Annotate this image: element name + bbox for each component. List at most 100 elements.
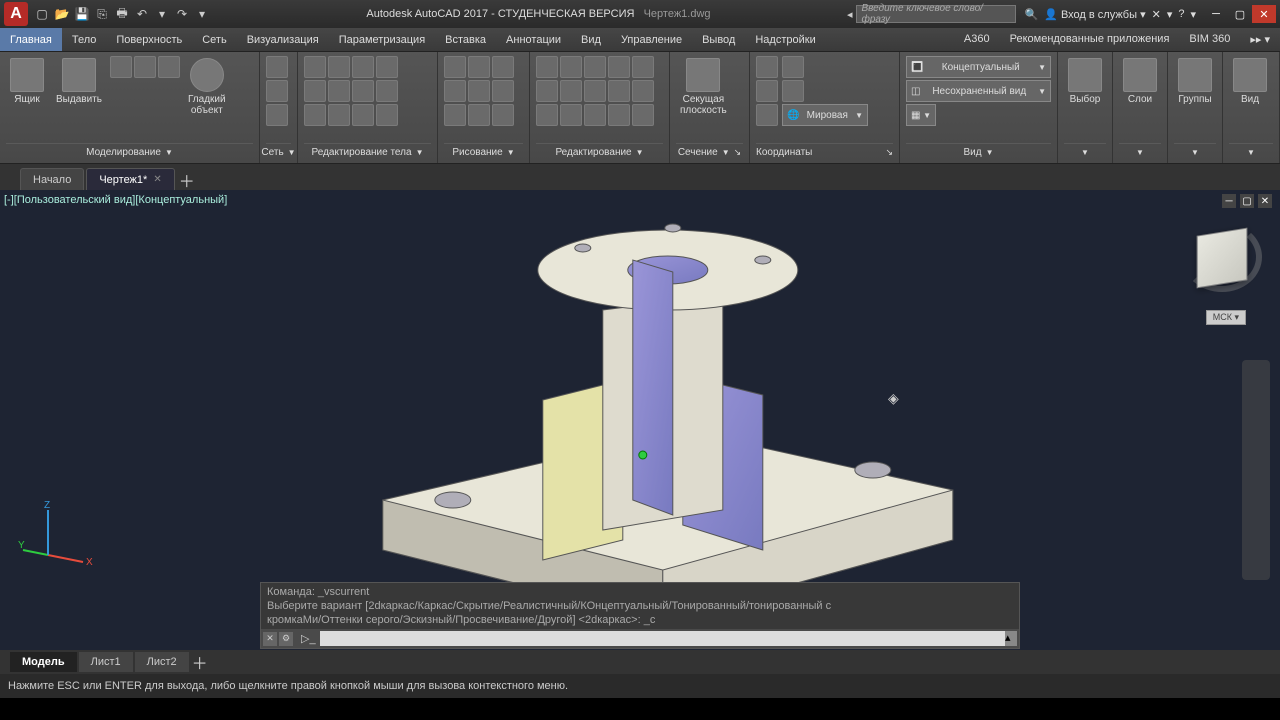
cmd-options-icon[interactable]: ⚙ xyxy=(279,632,293,646)
app-logo[interactable]: A xyxy=(4,2,28,26)
tool-icon[interactable] xyxy=(560,104,582,126)
tool-icon[interactable] xyxy=(584,80,606,102)
tool-icon[interactable] xyxy=(608,104,630,126)
tool-icon[interactable] xyxy=(158,56,180,78)
tab-output[interactable]: Вывод xyxy=(692,28,745,51)
tab-surface[interactable]: Поверхность xyxy=(106,28,192,51)
tool-icon[interactable] xyxy=(632,104,654,126)
groups-button[interactable]: Группы xyxy=(1174,56,1216,107)
tool-icon[interactable] xyxy=(492,104,514,126)
tool-icon[interactable] xyxy=(492,56,514,78)
close-button[interactable]: ✕ xyxy=(1252,5,1276,23)
tool-icon[interactable] xyxy=(110,56,132,78)
panel-title-layers[interactable]: ▼ xyxy=(1119,143,1161,161)
panel-title-viewlabel[interactable]: Вид▼ xyxy=(906,143,1051,161)
tab-render[interactable]: Визуализация xyxy=(237,28,329,51)
tab-insert[interactable]: Вставка xyxy=(435,28,496,51)
navigation-bar[interactable] xyxy=(1242,360,1270,580)
tool-icon[interactable] xyxy=(328,56,350,78)
panel-title-modify[interactable]: Редактирование▼ xyxy=(536,143,663,161)
cmd-scroll-up-icon[interactable]: ▴ xyxy=(1005,631,1017,646)
print-icon[interactable]: 🖶 xyxy=(114,6,130,22)
tab-view[interactable]: Вид xyxy=(571,28,611,51)
view-tool-dd[interactable]: ▦▼ xyxy=(906,104,936,126)
tool-icon[interactable] xyxy=(444,104,466,126)
tab-manage[interactable]: Управление xyxy=(611,28,692,51)
panel-title-section[interactable]: Сечение▼↘ xyxy=(676,143,743,161)
panel-title-groups[interactable]: ▼ xyxy=(1174,143,1216,161)
tool-icon[interactable] xyxy=(536,104,558,126)
tool-icon[interactable] xyxy=(304,104,326,126)
tool-icon[interactable] xyxy=(468,104,490,126)
extrude-button[interactable]: Выдавить xyxy=(52,56,106,107)
tool-icon[interactable] xyxy=(756,56,778,78)
undo-icon[interactable]: ↶ xyxy=(134,6,150,22)
tool-icon[interactable] xyxy=(266,104,288,126)
layers-button[interactable]: Слои xyxy=(1119,56,1161,107)
tool-icon[interactable] xyxy=(376,56,398,78)
visual-style-combo[interactable]: 🔳 Концептуальный▼ xyxy=(906,56,1051,78)
ucs-icon[interactable]: X Y Z xyxy=(18,500,98,580)
tool-icon[interactable] xyxy=(266,80,288,102)
tool-icon[interactable] xyxy=(328,80,350,102)
vp-minimize-icon[interactable]: ─ xyxy=(1222,194,1236,208)
redo-icon[interactable]: ↷ xyxy=(174,6,190,22)
panel-title-draw[interactable]: Рисование▼ xyxy=(444,143,523,161)
new-icon[interactable]: ▢ xyxy=(34,6,50,22)
save-icon[interactable]: 💾 xyxy=(74,6,90,22)
tool-icon[interactable] xyxy=(608,80,630,102)
tool-icon[interactable] xyxy=(352,56,374,78)
tab-parametric[interactable]: Параметризация xyxy=(329,28,435,51)
tool-icon[interactable] xyxy=(376,80,398,102)
tool-icon[interactable] xyxy=(444,80,466,102)
minimize-button[interactable]: ─ xyxy=(1204,5,1228,23)
tool-icon[interactable] xyxy=(560,56,582,78)
tab-addins[interactable]: Надстройки xyxy=(745,28,825,51)
ucs-combo[interactable]: 🌐 Мировая▼ xyxy=(782,104,868,126)
ucs-label-button[interactable]: МСК ▾ xyxy=(1206,310,1246,325)
search-button-icon[interactable]: 🔍 xyxy=(1024,8,1038,21)
tool-icon[interactable] xyxy=(536,80,558,102)
panel-title-coords[interactable]: Координаты↘ xyxy=(756,143,893,161)
tool-icon[interactable] xyxy=(632,80,654,102)
tool-icon[interactable] xyxy=(468,80,490,102)
add-tab-button[interactable]: ＋ xyxy=(177,170,197,190)
tool-icon[interactable] xyxy=(492,80,514,102)
tool-icon[interactable] xyxy=(468,56,490,78)
tool-icon[interactable] xyxy=(782,56,804,78)
file-tab-active[interactable]: Чертеж1*✕ xyxy=(86,168,174,190)
tool-icon[interactable] xyxy=(304,56,326,78)
maximize-button[interactable]: ▢ xyxy=(1228,5,1252,23)
tab-annotate[interactable]: Аннотации xyxy=(496,28,571,51)
panel-title-view[interactable]: ▼ xyxy=(1229,143,1273,161)
tool-icon[interactable] xyxy=(584,104,606,126)
tab-featured[interactable]: Рекомендованные приложения xyxy=(1000,33,1180,45)
panel-title-select[interactable]: ▼ xyxy=(1064,143,1106,161)
tool-icon[interactable] xyxy=(560,80,582,102)
saveas-icon[interactable]: ⎘ xyxy=(94,6,110,22)
saved-view-combo[interactable]: ◫ Несохраненный вид▼ xyxy=(906,80,1051,102)
tool-icon[interactable] xyxy=(352,104,374,126)
tool-icon[interactable] xyxy=(536,56,558,78)
help-icon[interactable]: ? xyxy=(1178,8,1184,20)
tool-icon[interactable] xyxy=(304,80,326,102)
close-tab-icon[interactable]: ✕ xyxy=(153,174,161,185)
tool-icon[interactable] xyxy=(756,104,778,126)
panel-title-mesh[interactable]: Сеть▼ xyxy=(266,143,291,161)
file-tab-start[interactable]: Начало xyxy=(20,168,84,190)
command-input[interactable] xyxy=(320,631,1005,646)
tab-a360[interactable]: A360 xyxy=(954,33,1000,45)
tool-icon[interactable] xyxy=(134,56,156,78)
tool-icon[interactable] xyxy=(266,56,288,78)
layout-tab-model[interactable]: Модель xyxy=(10,652,77,672)
tab-bim360[interactable]: BIM 360 xyxy=(1179,33,1240,45)
vp-maximize-icon[interactable]: ▢ xyxy=(1240,194,1254,208)
panel-title-modeling[interactable]: Моделирование▼ xyxy=(6,143,253,161)
signin-button[interactable]: 👤 Вход в службы ▾ xyxy=(1044,8,1145,21)
tool-icon[interactable] xyxy=(632,56,654,78)
tab-mesh[interactable]: Сеть xyxy=(192,28,236,51)
layout-tab-sheet1[interactable]: Лист1 xyxy=(79,652,133,672)
tool-icon[interactable] xyxy=(782,80,804,102)
tool-icon[interactable] xyxy=(608,56,630,78)
viewcube[interactable] xyxy=(1194,230,1250,286)
